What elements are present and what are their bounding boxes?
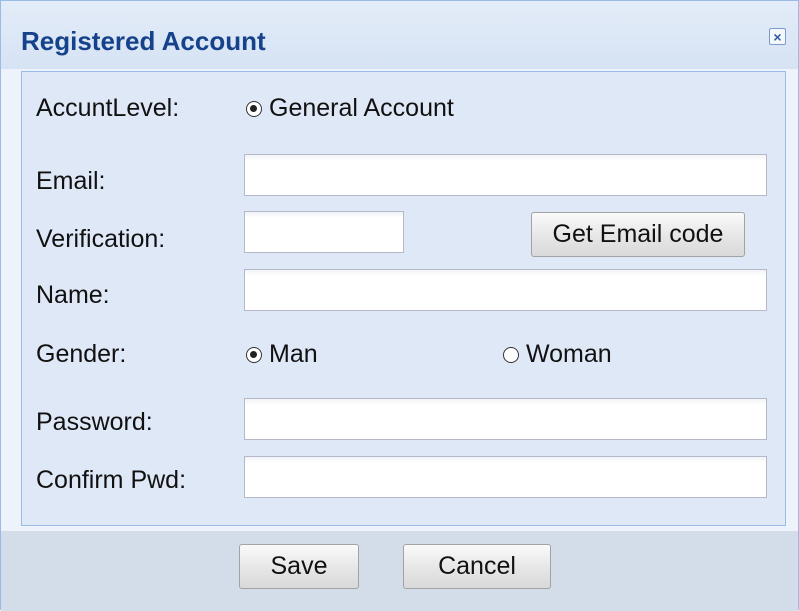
gender-radio-man[interactable]: Man [246,340,318,369]
account-level-radio-general[interactable]: General Account [246,94,454,123]
password-label: Password: [36,408,153,436]
gender-label: Gender: [36,340,127,368]
gender-radio-woman[interactable]: Woman [503,340,612,369]
gender-option-man-label: Man [269,340,318,368]
account-level-option-label: General Account [269,94,454,122]
dialog-title: Registered Account [21,26,266,56]
confirm-password-field[interactable] [244,456,767,498]
registered-account-dialog: Registered Account × AccuntLevel: Genera… [0,0,799,611]
dialog-footer: Save Cancel [1,531,798,611]
dialog-titlebar: Registered Account × [1,1,798,69]
name-field[interactable] [244,269,767,311]
get-email-code-button[interactable]: Get Email code [531,212,745,257]
close-icon[interactable]: × [769,28,786,45]
radio-unchecked-icon [503,346,519,363]
account-level-label: AccuntLevel: [36,94,180,122]
radio-checked-icon [246,100,262,117]
radio-checked-icon [246,346,262,363]
email-field[interactable] [244,154,767,196]
name-label: Name: [36,281,110,309]
gender-option-woman-label: Woman [526,340,612,368]
verification-field[interactable] [244,211,404,253]
verification-label: Verification: [36,225,166,253]
email-label: Email: [36,167,106,195]
save-button[interactable]: Save [239,544,359,589]
confirm-password-label: Confirm Pwd: [36,466,187,494]
password-field[interactable] [244,398,767,440]
cancel-button[interactable]: Cancel [403,544,551,589]
form-panel: AccuntLevel: General Account Email: Veri… [21,71,786,526]
